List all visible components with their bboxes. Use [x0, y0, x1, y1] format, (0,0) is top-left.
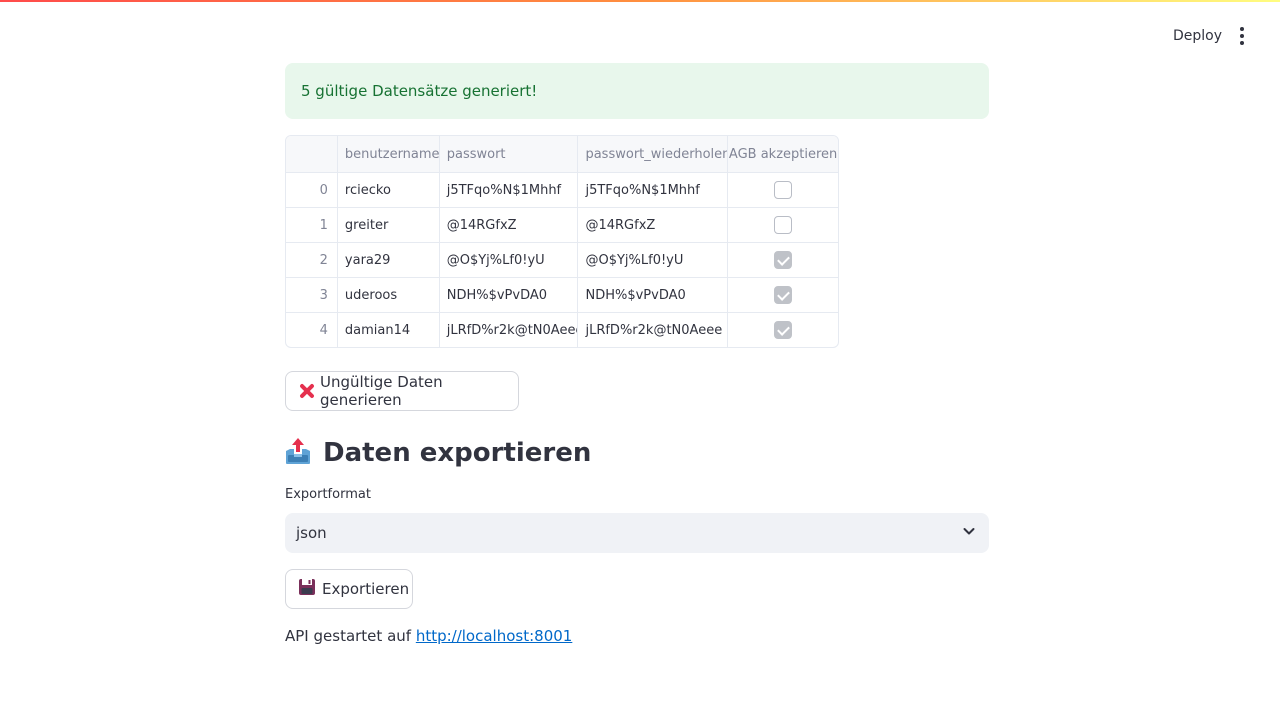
success-alert: 5 gültige Datensätze generiert! — [285, 63, 989, 119]
row-index: 0 — [319, 182, 328, 198]
row-index: 3 — [319, 287, 328, 303]
cell-passwort[interactable]: j5TFqo%N$1Mhhf — [438, 173, 578, 207]
cell-passwort-wiederholen[interactable]: @14RGfxZ — [577, 208, 727, 242]
cell-passwort-wiederholen[interactable]: @O$Yj%Lf0!yU — [577, 243, 727, 277]
agb-checkbox[interactable] — [774, 216, 793, 234]
export-format-label: Exportformat — [285, 487, 371, 502]
cell-passwort-wiederholen[interactable]: jLRfD%r2k@tN0Aeee — [577, 313, 727, 347]
generate-invalid-data-button[interactable]: Ungültige Daten generieren — [285, 371, 519, 411]
cell-benutzername[interactable]: greiter — [336, 208, 439, 242]
table-header-row: benutzername passwort passwort_wiederhol… — [286, 136, 838, 172]
column-header-index[interactable] — [286, 136, 337, 172]
cell-benutzername[interactable]: damian14 — [336, 313, 439, 347]
table-row: 3 uderoos NDH%$vPvDA0 NDH%$vPvDA0 — [286, 277, 838, 312]
export-heading: Daten exportieren — [285, 432, 591, 474]
cell-passwort[interactable]: jLRfD%r2k@tN0Aeee — [438, 313, 577, 347]
cross-mark-icon — [298, 382, 314, 400]
cell-passwort[interactable]: @14RGfxZ — [438, 208, 578, 242]
cell-agb[interactable] — [727, 208, 838, 242]
success-alert-message: 5 gültige Datensätze generiert! — [301, 82, 538, 100]
export-button-label: Exportieren — [322, 580, 410, 598]
cell-agb[interactable] — [727, 313, 838, 347]
column-header-passwort-wiederholen[interactable]: passwort_wiederholen — [577, 136, 727, 172]
table-row: 0 rciecko j5TFqo%N$1Mhhf j5TFqo%N$1Mhhf — [286, 172, 838, 207]
agb-checkbox[interactable] — [774, 286, 793, 304]
agb-checkbox[interactable] — [774, 181, 793, 199]
column-header-agb[interactable]: AGB akzeptieren — [727, 136, 838, 172]
cell-agb[interactable] — [727, 278, 838, 312]
api-link[interactable]: http://localhost:8001 — [416, 627, 573, 645]
cell-passwort-wiederholen[interactable]: j5TFqo%N$1Mhhf — [577, 173, 727, 207]
cell-benutzername[interactable]: rciecko — [336, 173, 439, 207]
row-index: 4 — [319, 322, 328, 338]
generate-invalid-data-label: Ungültige Daten generieren — [320, 373, 443, 409]
export-button[interactable]: Exportieren — [285, 569, 413, 609]
more-vertical-icon[interactable] — [1230, 24, 1254, 48]
data-table: benutzername passwort passwort_wiederhol… — [285, 135, 839, 348]
export-format-value: json — [296, 524, 327, 542]
cell-passwort[interactable]: @O$Yj%Lf0!yU — [438, 243, 578, 277]
table-row: 4 damian14 jLRfD%r2k@tN0Aeee jLRfD%r2k@t… — [286, 312, 838, 347]
api-status-text: API gestartet auf http://localhost:8001 — [285, 627, 572, 645]
cell-agb[interactable] — [727, 243, 838, 277]
floppy-disk-icon — [298, 578, 316, 600]
cell-passwort-wiederholen[interactable]: NDH%$vPvDA0 — [577, 278, 727, 312]
cell-passwort[interactable]: NDH%$vPvDA0 — [438, 278, 578, 312]
chevron-down-icon — [961, 523, 977, 543]
cell-benutzername[interactable]: yara29 — [336, 243, 439, 277]
deploy-button[interactable]: Deploy — [1162, 24, 1233, 48]
agb-checkbox[interactable] — [774, 321, 793, 339]
column-header-benutzername[interactable]: benutzername — [336, 136, 439, 172]
agb-checkbox[interactable] — [774, 251, 793, 269]
api-status-prefix: API gestartet auf — [285, 627, 416, 645]
cell-agb[interactable] — [727, 173, 838, 207]
cell-benutzername[interactable]: uderoos — [336, 278, 439, 312]
export-format-select[interactable]: json — [285, 513, 989, 553]
export-heading-text: Daten exportieren — [323, 438, 592, 468]
top-decoration-bar — [0, 0, 1280, 2]
row-index: 1 — [319, 217, 328, 233]
column-header-passwort[interactable]: passwort — [438, 136, 578, 172]
outbox-tray-icon — [285, 437, 311, 469]
table-row: 1 greiter @14RGfxZ @14RGfxZ — [286, 207, 838, 242]
row-index: 2 — [319, 252, 328, 268]
table-row: 2 yara29 @O$Yj%Lf0!yU @O$Yj%Lf0!yU — [286, 242, 838, 277]
